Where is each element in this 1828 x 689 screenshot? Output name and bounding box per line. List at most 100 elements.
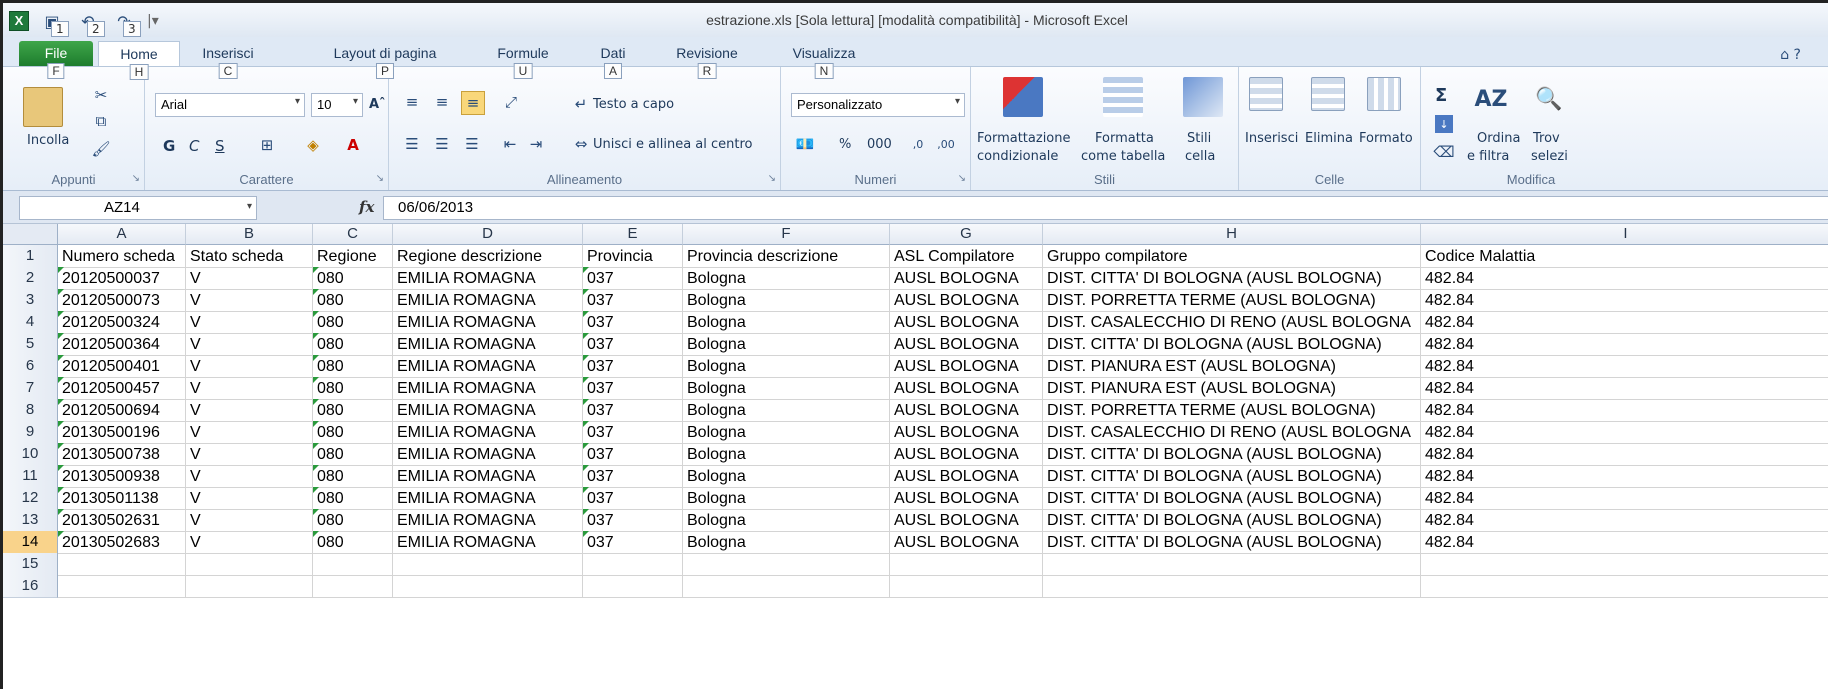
table-cell[interactable]: EMILIA ROMAGNA — [393, 531, 583, 554]
table-cell[interactable]: Bologna — [683, 465, 890, 488]
table-cell[interactable]: Bologna — [683, 509, 890, 532]
tab-home[interactable]: Home H — [98, 41, 180, 80]
sort-filter-label-2[interactable]: e filtra — [1467, 149, 1509, 164]
table-cell[interactable]: V — [186, 355, 313, 378]
sort-filter-label-1[interactable]: Ordina — [1477, 131, 1520, 146]
table-cell[interactable]: 482.84 — [1421, 289, 1828, 312]
row-header-15[interactable]: 15 — [3, 553, 58, 576]
table-cell[interactable]: 482.84 — [1421, 267, 1828, 290]
table-cell[interactable]: AUSL BOLOGNA — [890, 465, 1043, 488]
tab-revisione[interactable]: Revisione R — [665, 41, 749, 79]
align-bottom-icon[interactable]: ≡ — [461, 91, 485, 115]
italic-button[interactable]: C — [189, 137, 199, 155]
empty-cell[interactable] — [683, 575, 890, 598]
table-cell[interactable]: EMILIA ROMAGNA — [393, 421, 583, 444]
table-cell[interactable]: AUSL BOLOGNA — [890, 289, 1043, 312]
conditional-formatting-icon[interactable] — [1003, 77, 1043, 117]
table-cell[interactable]: EMILIA ROMAGNA — [393, 399, 583, 422]
empty-cell[interactable] — [1043, 553, 1421, 576]
font-color-icon[interactable]: A — [341, 135, 365, 155]
empty-cell[interactable] — [1421, 553, 1828, 576]
row-header-5[interactable]: 5 — [3, 333, 58, 356]
empty-cell[interactable] — [58, 553, 186, 576]
table-cell[interactable]: 482.84 — [1421, 509, 1828, 532]
name-box[interactable]: AZ14 ▾ — [19, 196, 257, 220]
dialog-launcher-icon[interactable]: ↘ — [768, 173, 776, 184]
table-cell[interactable]: 037 — [583, 399, 683, 422]
row-header-7[interactable]: 7 — [3, 377, 58, 400]
table-cell[interactable]: DIST. CITTA' DI BOLOGNA (AUSL BOLOGNA) — [1043, 531, 1421, 554]
header-cell[interactable]: Regione descrizione — [393, 245, 583, 268]
table-cell[interactable]: 482.84 — [1421, 421, 1828, 444]
empty-cell[interactable] — [583, 575, 683, 598]
cut-icon[interactable]: ✂ — [91, 85, 111, 105]
find-select-label-2[interactable]: selezi — [1531, 149, 1568, 164]
find-select-label-1[interactable]: Trov — [1533, 131, 1560, 146]
align-top-icon[interactable]: ≡ — [401, 91, 423, 113]
table-cell[interactable]: AUSL BOLOGNA — [890, 355, 1043, 378]
table-cell[interactable]: 482.84 — [1421, 311, 1828, 334]
empty-cell[interactable] — [393, 553, 583, 576]
table-cell[interactable]: DIST. CITTA' DI BOLOGNA (AUSL BOLOGNA) — [1043, 509, 1421, 532]
header-cell[interactable]: Regione — [313, 245, 393, 268]
fill-color-icon[interactable]: ◈ — [301, 135, 325, 155]
column-header-i[interactable]: I — [1421, 224, 1828, 245]
table-cell[interactable]: AUSL BOLOGNA — [890, 509, 1043, 532]
header-cell[interactable]: Numero scheda — [58, 245, 186, 268]
table-cell[interactable]: DIST. CITTA' DI BOLOGNA (AUSL BOLOGNA) — [1043, 487, 1421, 510]
table-cell[interactable]: 037 — [583, 421, 683, 444]
table-cell[interactable]: EMILIA ROMAGNA — [393, 465, 583, 488]
table-cell[interactable]: 037 — [583, 509, 683, 532]
empty-cell[interactable] — [313, 553, 393, 576]
format-as-table-label-2[interactable]: come tabella — [1081, 149, 1165, 164]
table-cell[interactable]: AUSL BOLOGNA — [890, 377, 1043, 400]
format-as-table-label-1[interactable]: Formatta — [1095, 131, 1154, 146]
table-cell[interactable]: 080 — [313, 487, 393, 510]
tab-formule[interactable]: Formule U — [483, 41, 563, 79]
table-cell[interactable]: Bologna — [683, 377, 890, 400]
table-cell[interactable]: 037 — [583, 355, 683, 378]
tab-layout[interactable]: Layout di pagina P — [315, 41, 455, 79]
column-header-g[interactable]: G — [890, 224, 1043, 245]
increase-decimal-icon[interactable]: ,0 — [905, 133, 931, 155]
table-cell[interactable]: AUSL BOLOGNA — [890, 311, 1043, 334]
empty-cell[interactable] — [186, 575, 313, 598]
header-cell[interactable]: Codice Malattia — [1421, 245, 1828, 268]
currency-icon[interactable]: 💶 — [793, 133, 817, 155]
find-select-icon[interactable]: 🔍 — [1533, 79, 1565, 119]
borders-icon[interactable]: ⊞ — [255, 135, 279, 155]
table-cell[interactable]: 037 — [583, 289, 683, 312]
delete-cells-icon[interactable] — [1311, 77, 1345, 111]
table-cell[interactable]: 080 — [313, 333, 393, 356]
align-middle-icon[interactable]: ≡ — [431, 91, 453, 113]
table-cell[interactable]: 037 — [583, 465, 683, 488]
table-cell[interactable]: 080 — [313, 311, 393, 334]
delete-cells-button[interactable]: Elimina — [1305, 131, 1353, 146]
dialog-launcher-icon[interactable]: ↘ — [132, 173, 140, 184]
table-cell[interactable]: 037 — [583, 311, 683, 334]
number-format-select[interactable]: Personalizzato ▾ — [791, 93, 965, 117]
table-cell[interactable]: 037 — [583, 333, 683, 356]
table-cell[interactable]: Bologna — [683, 289, 890, 312]
row-header-16[interactable]: 16 — [3, 575, 58, 598]
table-cell[interactable]: AUSL BOLOGNA — [890, 333, 1043, 356]
cell-styles-label-2[interactable]: cella — [1185, 149, 1215, 164]
wrap-text-button[interactable]: Testo a capo — [593, 97, 674, 112]
table-cell[interactable]: AUSL BOLOGNA — [890, 421, 1043, 444]
format-cells-icon[interactable] — [1367, 77, 1401, 111]
header-cell[interactable]: Provincia — [583, 245, 683, 268]
table-cell[interactable]: 20120500401 — [58, 355, 186, 378]
merge-center-button[interactable]: Unisci e allinea al centro — [593, 137, 753, 152]
align-left-icon[interactable]: ☰ — [401, 133, 423, 155]
tab-inserisci[interactable]: Inserisci C — [183, 41, 273, 79]
table-cell[interactable]: AUSL BOLOGNA — [890, 531, 1043, 554]
table-cell[interactable]: EMILIA ROMAGNA — [393, 443, 583, 466]
row-header-12[interactable]: 12 — [3, 487, 58, 510]
table-cell[interactable]: V — [186, 267, 313, 290]
table-cell[interactable]: 20130500196 — [58, 421, 186, 444]
row-header-13[interactable]: 13 — [3, 509, 58, 532]
header-cell[interactable]: Stato scheda — [186, 245, 313, 268]
select-all-corner[interactable] — [3, 224, 58, 245]
table-cell[interactable]: 20120500694 — [58, 399, 186, 422]
table-cell[interactable]: Bologna — [683, 443, 890, 466]
